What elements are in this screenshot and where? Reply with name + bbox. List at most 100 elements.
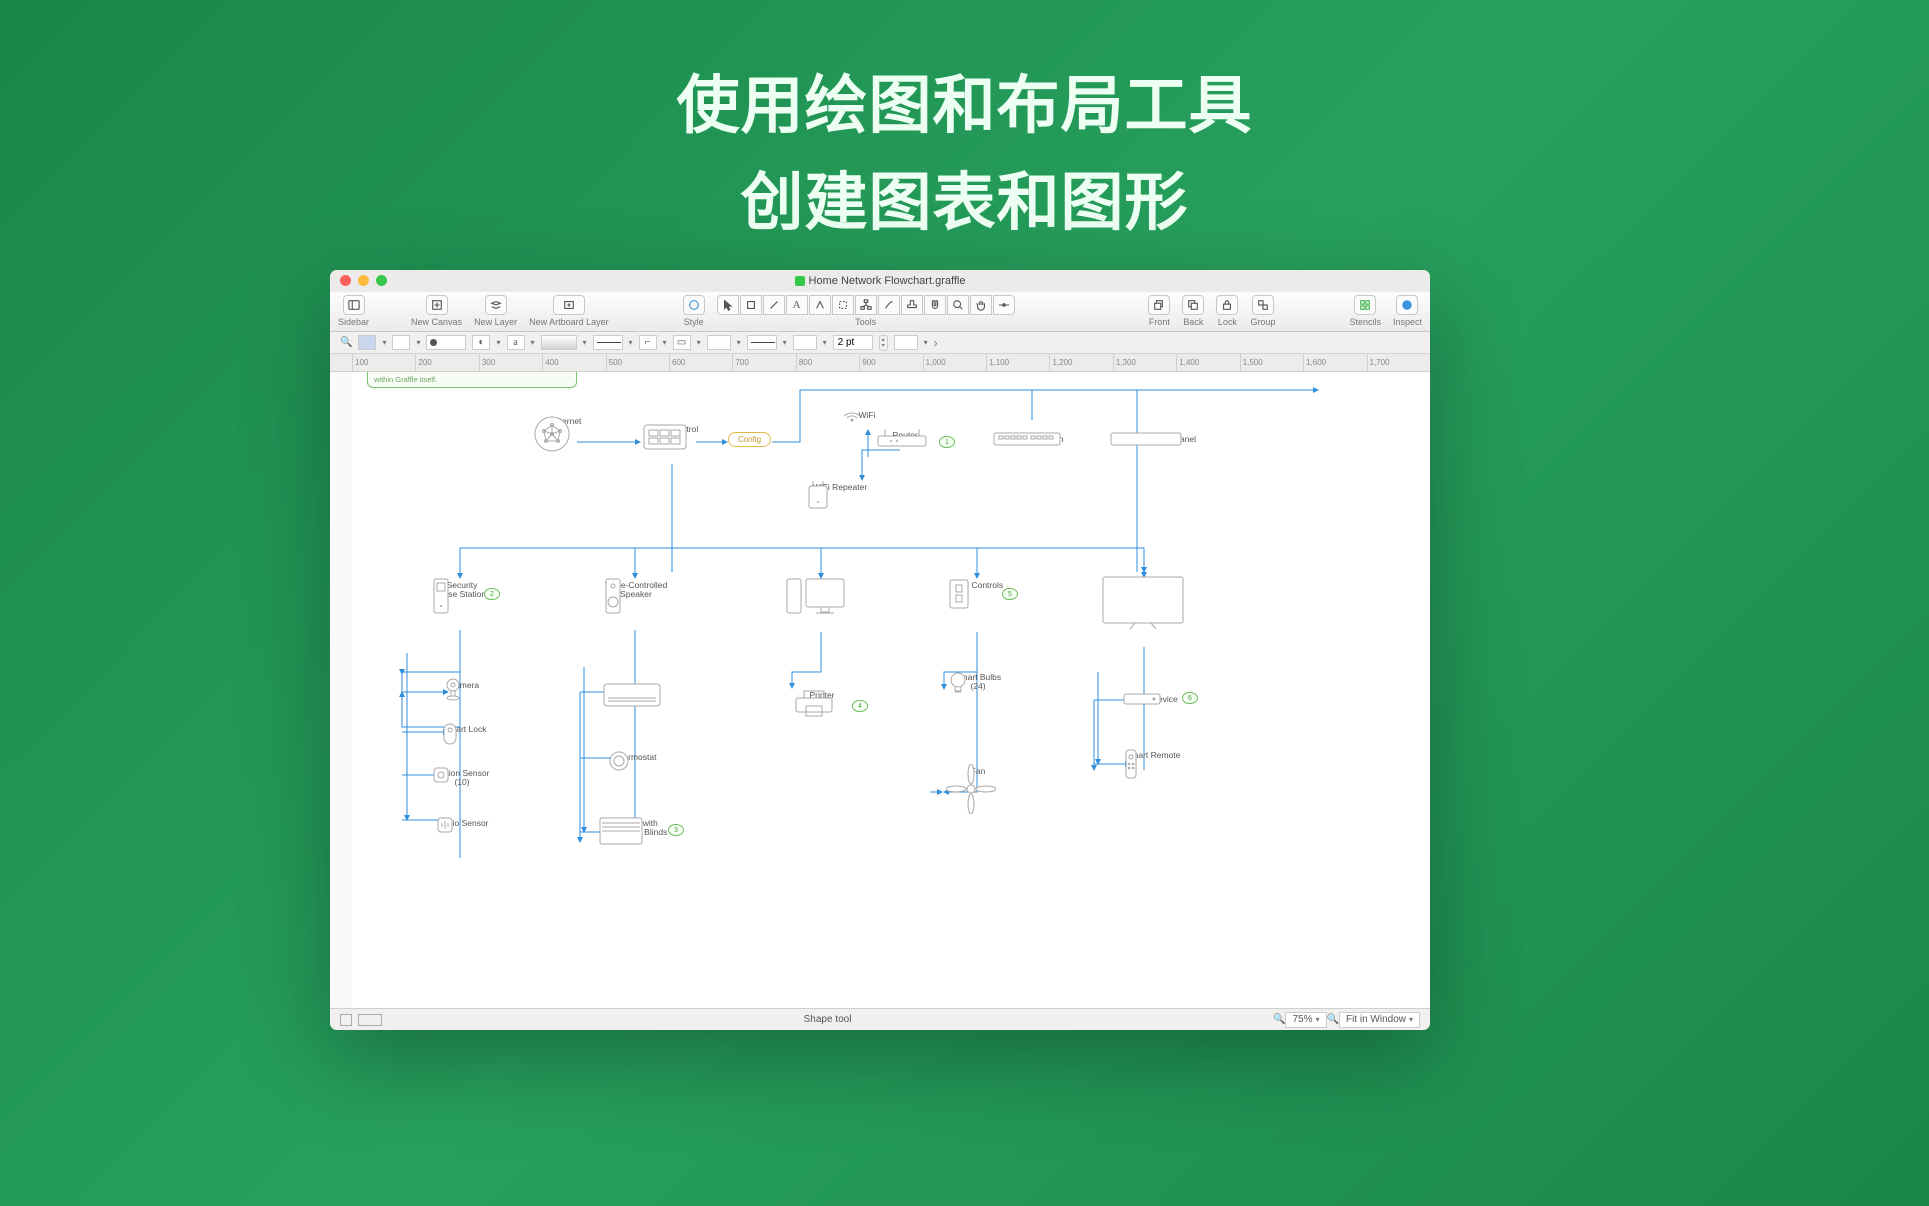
node-patch-panel[interactable]: 12-Port Patch Panel (1110, 432, 1206, 444)
tool-shape[interactable] (740, 295, 762, 315)
node-router[interactable]: Router 1 (875, 428, 935, 440)
svg-text:i: i (1406, 301, 1408, 310)
line-hop-opt[interactable] (894, 335, 918, 350)
badge-5: 5 (1002, 588, 1018, 600)
new-artboard-label: New Artboard Layer (529, 317, 609, 327)
node-internet[interactable]: Internet (532, 414, 602, 426)
shadow-opt[interactable]: ◐ (472, 335, 490, 350)
document-title: Home Network Flowchart.graffle (809, 275, 966, 287)
node-media-device[interactable]: Media Device6 (1122, 692, 1182, 704)
stencils-button[interactable] (1354, 295, 1376, 315)
node-smart-ac[interactable]: Smart AC (602, 682, 668, 694)
arrow-end-opt[interactable] (793, 335, 817, 350)
chevron-down-icon[interactable]: ▾ (382, 338, 386, 347)
status-bar: Shape tool 🔍 75%▾ 🔍 Fit in Window▾ (330, 1008, 1430, 1030)
promo-heading-1: 使用绘图和布局工具 (0, 0, 1929, 146)
new-layer-label: New Layer (474, 317, 517, 327)
tool-point[interactable] (993, 295, 1015, 315)
toolbar: Sidebar New Canvas New Layer New Artboar… (330, 292, 1430, 332)
options-bar: 🔍 ▾ ▾ ◐▾ a▾ ▾ ▾ ⌐▾ ▭▾ ▾ ▾ ▾ ▴▾ ▾ › (330, 332, 1430, 354)
node-smart-lock[interactable]: Smart Lock (442, 722, 488, 734)
front-label: Front (1149, 317, 1170, 327)
node-config[interactable]: Config (728, 434, 771, 444)
zoom-level[interactable]: 75%▾ (1285, 1012, 1326, 1028)
node-smart-tv[interactable]: Smart TV (1100, 574, 1190, 586)
line-style-opt[interactable] (747, 335, 777, 350)
new-canvas-button[interactable] (426, 295, 448, 315)
node-speaker[interactable]: Voice-Controlled Speaker (604, 578, 668, 600)
promo-heading-2: 创建图表和图形 (0, 146, 1929, 243)
new-canvas-label: New Canvas (411, 317, 462, 327)
style-label: Style (684, 317, 704, 327)
fit-window[interactable]: Fit in Window▾ (1339, 1012, 1420, 1028)
chevron-down-icon[interactable]: ▾ (416, 338, 420, 347)
node-motion-sensor[interactable]: Motion Sensor (10) (432, 766, 492, 788)
node-audio-sensor[interactable]: Audio Sensor (436, 816, 490, 828)
sidebar-label: Sidebar (338, 317, 369, 327)
tool-pen[interactable] (809, 295, 831, 315)
stroke-width-input[interactable] (833, 335, 873, 350)
inspect-button[interactable]: i (1396, 295, 1418, 315)
node-smart-bulbs[interactable]: Smart Bulbs (24) (948, 670, 1008, 692)
stroke-swatch[interactable] (392, 335, 410, 350)
lock-label: Lock (1218, 317, 1237, 327)
node-desktop[interactable]: Desktop (786, 576, 858, 588)
zoom-out-icon[interactable]: 🔍 (1273, 1014, 1285, 1025)
node-camera[interactable]: Camera (444, 678, 484, 690)
tool-artboard[interactable] (832, 295, 854, 315)
window-close[interactable] (340, 275, 351, 286)
window-minimize[interactable] (358, 275, 369, 286)
node-printer[interactable]: Printer4 (792, 688, 852, 700)
tool-brush[interactable] (878, 295, 900, 315)
node-thermostat[interactable]: Thermostat (608, 750, 662, 762)
tool-diagram[interactable] (855, 295, 877, 315)
fill-swatch[interactable] (358, 335, 376, 350)
font-opt[interactable]: a (507, 335, 525, 350)
app-window: Home Network Flowchart.graffle Sidebar N… (330, 270, 1430, 1030)
node-repeater[interactable]: WiFi Repeater (805, 480, 875, 492)
back-label: Back (1183, 317, 1203, 327)
sidebar-button[interactable] (343, 295, 365, 315)
corner-opt[interactable]: ⌐ (639, 335, 657, 350)
node-switch[interactable]: 10-Port Switch (993, 432, 1079, 444)
group-button[interactable] (1252, 295, 1274, 315)
node-home-control[interactable]: Home Control (641, 422, 703, 434)
new-artboard-button[interactable] (553, 295, 585, 315)
ruler-horizontal: 100200300400 500600700800 9001,0001,1001… (330, 354, 1430, 372)
style-button[interactable] (683, 295, 705, 315)
tools-label: Tools (855, 317, 876, 327)
arrow-start-opt[interactable] (707, 335, 731, 350)
shape-opt[interactable]: ▭ (673, 335, 691, 350)
status-tool: Shape tool (382, 1014, 1273, 1025)
node-security[interactable]: Security Base Station 2 (432, 578, 492, 600)
guides-toggle-icon[interactable] (358, 1014, 382, 1026)
tool-line[interactable] (763, 295, 785, 315)
badge-6: 6 (1182, 692, 1198, 704)
tool-magnet[interactable] (924, 295, 946, 315)
node-wall-controls[interactable]: Wall Controls 5 (948, 578, 1008, 590)
titlebar: Home Network Flowchart.graffle (330, 270, 1430, 292)
new-layer-button[interactable] (485, 295, 507, 315)
search-icon[interactable]: 🔍 (340, 337, 352, 348)
node-window-blinds[interactable]: Window with Automated Blinds3 (598, 816, 670, 838)
group-label: Group (1250, 317, 1275, 327)
canvas-area[interactable]: within Graffle itself. (330, 372, 1430, 1008)
front-button[interactable] (1148, 295, 1170, 315)
badge-2: 2 (484, 588, 500, 600)
tool-hand[interactable] (970, 295, 992, 315)
tool-zoom[interactable] (947, 295, 969, 315)
badge-1: 1 (939, 436, 955, 448)
tool-stamp[interactable] (901, 295, 923, 315)
back-button[interactable] (1182, 295, 1204, 315)
node-smart-remote[interactable]: Smart Remote (1124, 748, 1182, 760)
zoom-in-icon[interactable]: 🔍 (1327, 1014, 1339, 1025)
node-wifi-icon[interactable]: WiFi (842, 408, 892, 420)
stencils-label: Stencils (1349, 317, 1381, 327)
tool-select[interactable] (717, 295, 739, 315)
window-zoom[interactable] (376, 275, 387, 286)
tool-text[interactable]: A (786, 295, 808, 315)
document-icon (795, 276, 805, 286)
stepper-icon[interactable]: ▴▾ (879, 335, 888, 351)
node-fan[interactable]: Fan (946, 764, 1010, 776)
lock-button[interactable] (1216, 295, 1238, 315)
